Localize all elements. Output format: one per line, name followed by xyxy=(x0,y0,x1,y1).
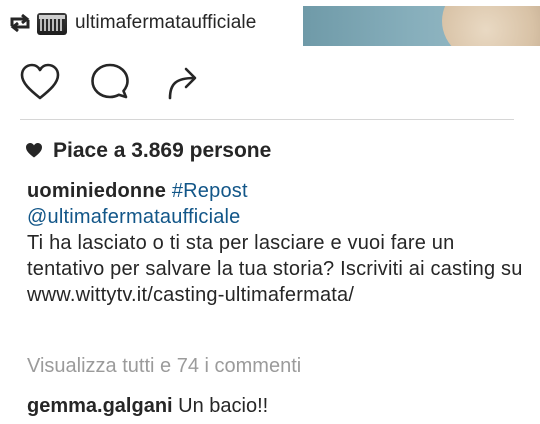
caption: uominiedonne #Repost @ultimafermatauffic… xyxy=(27,178,527,308)
comment-username[interactable]: gemma.galgani xyxy=(27,395,173,417)
comment-bubble-icon xyxy=(91,63,129,99)
likes-count[interactable]: Piace a 3.869 persone xyxy=(25,139,271,163)
share-arrow-icon xyxy=(168,67,197,100)
share-button[interactable] xyxy=(158,58,206,106)
caption-text: Ti ha lasciato o ti sta per lasciare e v… xyxy=(27,232,523,306)
action-bar xyxy=(0,58,540,110)
comment-text: Un bacio!! xyxy=(178,395,269,417)
repost-username[interactable]: ultimafermataufficiale xyxy=(75,12,256,34)
caption-username[interactable]: uominiedonne xyxy=(27,180,166,202)
like-button[interactable] xyxy=(16,58,64,106)
divider xyxy=(20,119,514,120)
comment-button[interactable] xyxy=(86,58,134,106)
heart-filled-icon xyxy=(26,143,42,158)
repost-icon xyxy=(8,12,32,34)
comment-item: gemma.galgani Un bacio!! xyxy=(27,395,268,418)
caption-mention[interactable]: @ultimafermataufficiale xyxy=(27,204,527,230)
repost-header: ultimafermataufficiale xyxy=(0,0,540,48)
heart-outline-icon xyxy=(20,63,60,100)
repost-avatar[interactable] xyxy=(37,13,67,35)
post-image[interactable] xyxy=(303,6,540,46)
caption-hashtag[interactable]: #Repost xyxy=(172,180,248,202)
view-all-comments-link[interactable]: Visualizza tutti e 74 i commenti xyxy=(27,355,301,378)
likes-text: Piace a 3.869 persone xyxy=(53,139,272,162)
